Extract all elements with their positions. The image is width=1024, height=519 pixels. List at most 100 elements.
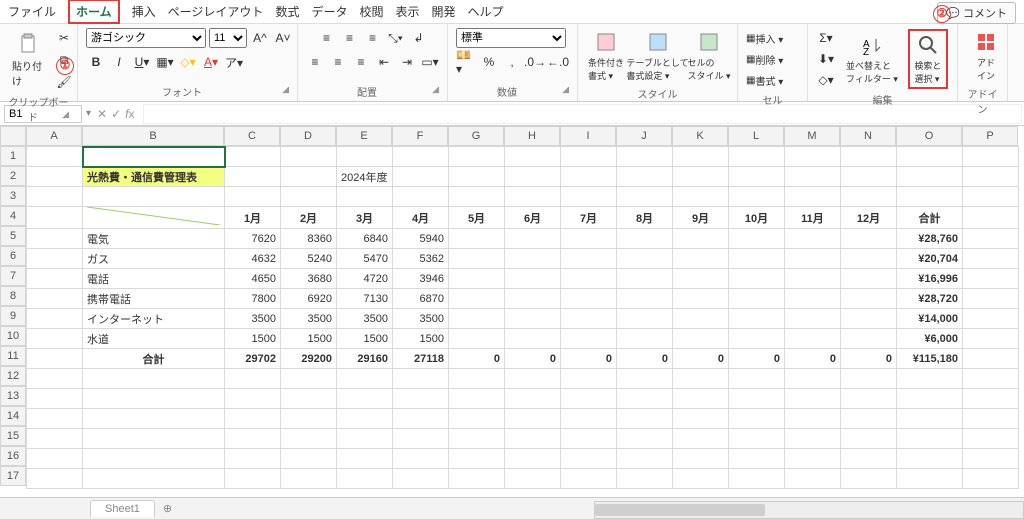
cell[interactable] [27,229,83,249]
cell[interactable] [673,147,729,167]
row-header[interactable]: 11 [0,346,26,366]
cell[interactable] [449,167,505,187]
cell[interactable]: 4632 [225,249,281,269]
cell[interactable]: 0 [785,349,841,369]
cell[interactable] [673,289,729,309]
cell[interactable] [617,269,673,289]
cell[interactable] [785,147,841,167]
cell[interactable] [729,469,785,489]
cell[interactable] [83,429,225,449]
cell[interactable]: 4720 [337,269,393,289]
cell[interactable] [729,147,785,167]
cell[interactable]: 合計 [897,207,963,229]
italic-button[interactable]: I [109,52,129,72]
col-header[interactable]: D [280,126,336,146]
cell[interactable]: ガス [83,249,225,269]
cell[interactable]: 0 [673,349,729,369]
cell[interactable]: 29200 [281,349,337,369]
cell[interactable] [449,409,505,429]
col-header[interactable]: A [26,126,82,146]
cell[interactable] [841,309,897,329]
cell[interactable] [841,469,897,489]
cell[interactable] [963,469,1019,489]
cell[interactable] [83,389,225,409]
cell[interactable]: 0 [449,349,505,369]
menu-developer[interactable]: 開発 [432,3,456,20]
cell[interactable] [617,409,673,429]
cell[interactable] [83,369,225,389]
cell[interactable] [673,187,729,207]
cell[interactable] [449,389,505,409]
cell[interactable]: 1500 [225,329,281,349]
grow-font-button[interactable]: A^ [250,28,270,48]
cell[interactable] [841,187,897,207]
conditional-format-button[interactable]: 条件付き 書式 ▾ [586,28,626,84]
cell[interactable]: ¥6,000 [897,329,963,349]
cell[interactable] [841,289,897,309]
cell[interactable] [561,369,617,389]
format-cells-button[interactable]: ▦ 書式 ▾ [746,70,783,90]
cell[interactable]: 5940 [393,229,449,249]
row-header[interactable]: 4 [0,206,26,226]
cell[interactable] [729,167,785,187]
autosum-button[interactable]: Σ▾ [816,28,836,48]
cell[interactable] [449,449,505,469]
cell[interactable] [225,147,281,167]
find-select-button[interactable]: 検索と 選択 ▾ [908,29,948,89]
cell[interactable] [785,409,841,429]
cell[interactable] [841,147,897,167]
cell[interactable] [617,449,673,469]
align-center-button[interactable]: ≡ [328,52,348,72]
cell-styles-button[interactable]: セルの スタイル ▾ [689,28,729,84]
cell[interactable] [505,289,561,309]
cell[interactable]: ¥28,720 [897,289,963,309]
cell[interactable] [561,187,617,207]
cell[interactable] [963,309,1019,329]
cell[interactable]: 5月 [449,207,505,229]
col-header[interactable]: F [392,126,448,146]
cell[interactable] [617,369,673,389]
cell[interactable] [785,309,841,329]
cell[interactable] [225,167,281,187]
cell[interactable] [27,389,83,409]
cell[interactable] [281,147,337,167]
cell[interactable]: 2月 [281,207,337,229]
col-header[interactable]: O [896,126,962,146]
cell[interactable] [505,429,561,449]
cell[interactable]: 11月 [785,207,841,229]
cell[interactable] [673,269,729,289]
cell[interactable] [673,449,729,469]
cell[interactable]: 8360 [281,229,337,249]
cell[interactable]: ¥14,000 [897,309,963,329]
cell[interactable] [505,449,561,469]
cell[interactable] [897,389,963,409]
col-header[interactable]: N [840,126,896,146]
align-top-button[interactable]: ≡ [317,28,337,48]
cell[interactable] [963,187,1019,207]
cell[interactable] [281,167,337,187]
cell[interactable] [561,449,617,469]
cell[interactable] [963,389,1019,409]
cell[interactable] [785,289,841,309]
row-header[interactable]: 17 [0,466,26,486]
cell[interactable] [337,187,393,207]
cell[interactable] [337,409,393,429]
cell[interactable] [617,187,673,207]
cell[interactable] [337,369,393,389]
cell[interactable] [561,469,617,489]
cell[interactable] [841,449,897,469]
cell[interactable] [785,229,841,249]
cell[interactable] [963,249,1019,269]
row-header[interactable]: 16 [0,446,26,466]
cell[interactable] [561,147,617,167]
cell[interactable] [561,167,617,187]
delete-cells-button[interactable]: ▦ 削除 ▾ [746,49,783,69]
cell[interactable] [963,147,1019,167]
fill-button[interactable]: ⬇▾ [816,49,836,69]
cell[interactable] [393,429,449,449]
cell[interactable] [963,369,1019,389]
cell[interactable] [505,389,561,409]
cell[interactable] [27,349,83,369]
menu-insert[interactable]: 挿入 [132,3,156,20]
row-header[interactable]: 13 [0,386,26,406]
